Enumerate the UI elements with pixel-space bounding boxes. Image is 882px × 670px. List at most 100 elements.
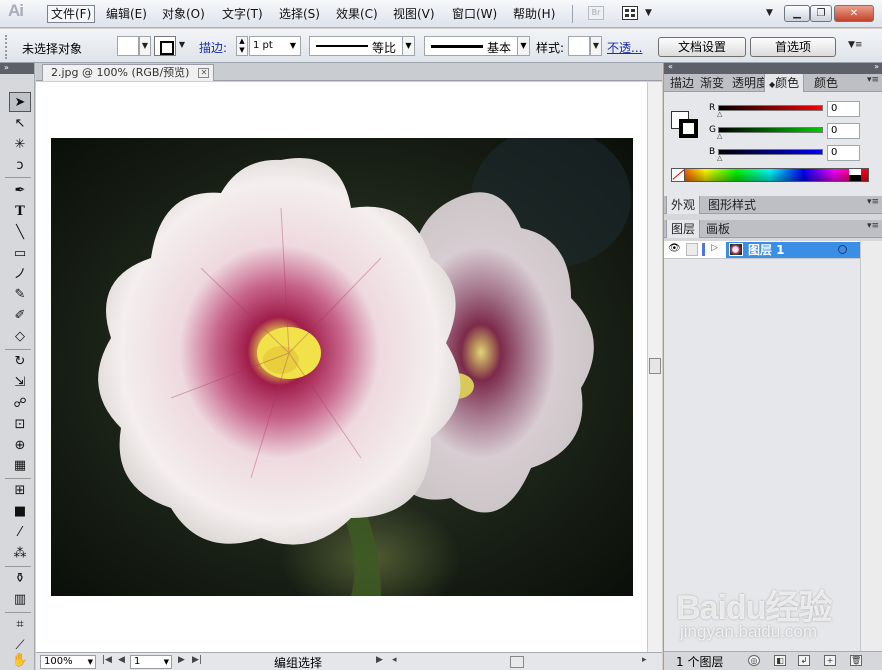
- direct-selection-tool-icon[interactable]: ↖: [9, 114, 31, 134]
- perspective-grid-tool-icon[interactable]: ▦: [9, 456, 31, 476]
- panel-menu-icon[interactable]: ▾≡: [867, 197, 879, 207]
- canvas[interactable]: [36, 82, 647, 652]
- scale-tool-icon[interactable]: ⇲: [9, 373, 31, 393]
- menu-view[interactable]: 视图(V): [390, 5, 438, 23]
- paintbrush-tool-icon[interactable]: ノ: [9, 265, 31, 285]
- color-spectrum[interactable]: [671, 168, 869, 182]
- tab-gradient[interactable]: 渐变: [696, 74, 728, 92]
- rotate-tool-icon[interactable]: ↻: [9, 352, 31, 372]
- close-icon[interactable]: ✕: [198, 68, 210, 78]
- stroke-spinner-icon[interactable]: ▲ ▼: [236, 36, 248, 56]
- stroke-dropdown-icon[interactable]: ▼: [176, 36, 188, 56]
- pen-tool-icon[interactable]: ✒: [9, 181, 31, 201]
- mesh-tool-icon[interactable]: ⊞: [9, 481, 31, 501]
- tab-color[interactable]: ◆颜色: [764, 74, 805, 92]
- layer-selection[interactable]: 图层 1: [726, 242, 860, 258]
- blue-value-field[interactable]: 0: [827, 145, 860, 161]
- status-text[interactable]: 编组选择: [274, 654, 322, 670]
- document-tab[interactable]: 2.jpg @ 100% (RGB/预览) ✕: [42, 64, 215, 81]
- tab-graphic-styles[interactable]: 图形样式: [704, 196, 760, 214]
- red-slider-thumb[interactable]: △: [717, 110, 722, 118]
- red-value-field[interactable]: 0: [827, 101, 860, 117]
- pencil-tool-icon[interactable]: ✎: [9, 285, 31, 305]
- workspace-chevron-down-icon[interactable]: ▼: [766, 8, 773, 18]
- black-white-swatch[interactable]: [849, 169, 861, 181]
- zoom-field[interactable]: 100% ▼: [40, 655, 96, 669]
- panel-menu-icon[interactable]: ▾≡: [867, 221, 879, 231]
- graphic-style-swatch[interactable]: [568, 36, 590, 56]
- status-menu-icon[interactable]: ▶: [376, 655, 383, 665]
- brush-definition-select[interactable]: 基本 ▼: [424, 36, 530, 56]
- menu-file[interactable]: 文件(F): [47, 5, 96, 23]
- panel-menu-icon[interactable]: ▾≡: [867, 75, 879, 85]
- vertical-scrollbar[interactable]: [647, 82, 662, 652]
- stroke-weight-dropdown-icon[interactable]: ▼: [290, 37, 296, 55]
- variable-width-profile-select[interactable]: 等比 ▼: [309, 36, 415, 56]
- make-clipping-mask-icon[interactable]: ◧: [774, 655, 786, 666]
- chevron-down-icon[interactable]: ▼: [645, 8, 652, 18]
- zoom-dropdown-icon[interactable]: ▼: [88, 656, 93, 668]
- stroke-color-box[interactable]: [679, 119, 698, 138]
- menu-type[interactable]: 文字(T): [219, 5, 266, 23]
- new-layer-icon[interactable]: +: [824, 655, 836, 666]
- blob-brush-tool-icon[interactable]: ✐: [9, 306, 31, 326]
- eraser-tool-icon[interactable]: ◇: [9, 327, 31, 347]
- document-setup-button[interactable]: 文档设置: [658, 37, 746, 57]
- style-dropdown-icon[interactable]: ▼: [590, 36, 602, 56]
- line-tool-icon[interactable]: ╲: [9, 223, 31, 243]
- gradient-tool-icon[interactable]: ■: [9, 502, 31, 522]
- close-button[interactable]: ✕: [834, 5, 874, 22]
- opacity-link[interactable]: 不透...: [607, 39, 642, 56]
- blue-slider-thumb[interactable]: △: [717, 154, 722, 162]
- last-artboard-icon[interactable]: ▶|: [192, 655, 202, 665]
- first-artboard-icon[interactable]: |◀: [102, 655, 112, 665]
- artboard-number-field[interactable]: 1 ▼: [130, 655, 172, 669]
- toolbox-collapse-icon[interactable]: »: [0, 63, 34, 74]
- shape-builder-tool-icon[interactable]: ⊕: [9, 436, 31, 456]
- menu-window[interactable]: 窗口(W): [449, 5, 500, 23]
- preferences-button[interactable]: 首选项: [750, 37, 836, 57]
- menu-effect[interactable]: 效果(C): [333, 5, 381, 23]
- tab-artboards[interactable]: 画板: [702, 220, 734, 238]
- menu-edit[interactable]: 编辑(E): [103, 5, 150, 23]
- dock-collapse-icon[interactable]: «: [668, 62, 673, 71]
- layer-name[interactable]: 图层 1: [748, 242, 785, 258]
- arrange-documents-icon[interactable]: [622, 6, 638, 20]
- fill-dropdown-icon[interactable]: ▼: [139, 36, 151, 56]
- fill-swatch[interactable]: [117, 36, 139, 56]
- red-slider[interactable]: [718, 105, 823, 111]
- expand-triangle-icon[interactable]: ▷: [711, 243, 718, 253]
- brush-dropdown-icon[interactable]: ▼: [517, 37, 529, 55]
- layer-row[interactable]: 👁 ▷ 图层 1: [664, 241, 860, 259]
- locate-object-icon[interactable]: ◎: [748, 655, 760, 666]
- grip-handle[interactable]: [5, 35, 9, 59]
- scrollbar-thumb[interactable]: [649, 358, 661, 374]
- tab-color-guide[interactable]: 颜色: [810, 74, 842, 92]
- none-swatch-icon[interactable]: [672, 169, 685, 181]
- bridge-icon[interactable]: Br: [588, 6, 604, 20]
- green-slider-thumb[interactable]: △: [717, 132, 722, 140]
- green-value-field[interactable]: 0: [827, 123, 860, 139]
- profile-dropdown-icon[interactable]: ▼: [402, 37, 414, 55]
- menu-help[interactable]: 帮助(H): [510, 5, 558, 23]
- eyedropper-tool-icon[interactable]: ⁄: [9, 523, 31, 543]
- next-artboard-icon[interactable]: ▶: [178, 655, 185, 665]
- type-tool-icon[interactable]: T: [9, 202, 31, 222]
- restore-button[interactable]: ❐: [810, 5, 832, 22]
- green-slider[interactable]: [718, 127, 823, 133]
- stroke-swatch[interactable]: [154, 36, 176, 56]
- column-graph-tool-icon[interactable]: ▥: [9, 590, 31, 610]
- new-sublayer-icon[interactable]: ↲: [798, 655, 810, 666]
- minimize-button[interactable]: ▁: [784, 5, 810, 22]
- blue-slider[interactable]: [718, 149, 823, 155]
- artboard-tool-icon[interactable]: ⌗: [9, 615, 31, 635]
- scroll-right-icon[interactable]: ▸: [642, 655, 647, 665]
- lasso-tool-icon[interactable]: ↄ: [9, 156, 31, 176]
- rectangle-tool-icon[interactable]: ▭: [9, 244, 31, 264]
- magic-wand-tool-icon[interactable]: ✳: [9, 135, 31, 155]
- tab-layers[interactable]: 图层: [666, 220, 701, 238]
- hand-tool-icon[interactable]: ✋: [9, 651, 31, 670]
- target-icon[interactable]: [838, 245, 847, 254]
- stroke-label[interactable]: 描边:: [199, 39, 227, 56]
- panel-dock-header[interactable]: « »: [664, 62, 882, 74]
